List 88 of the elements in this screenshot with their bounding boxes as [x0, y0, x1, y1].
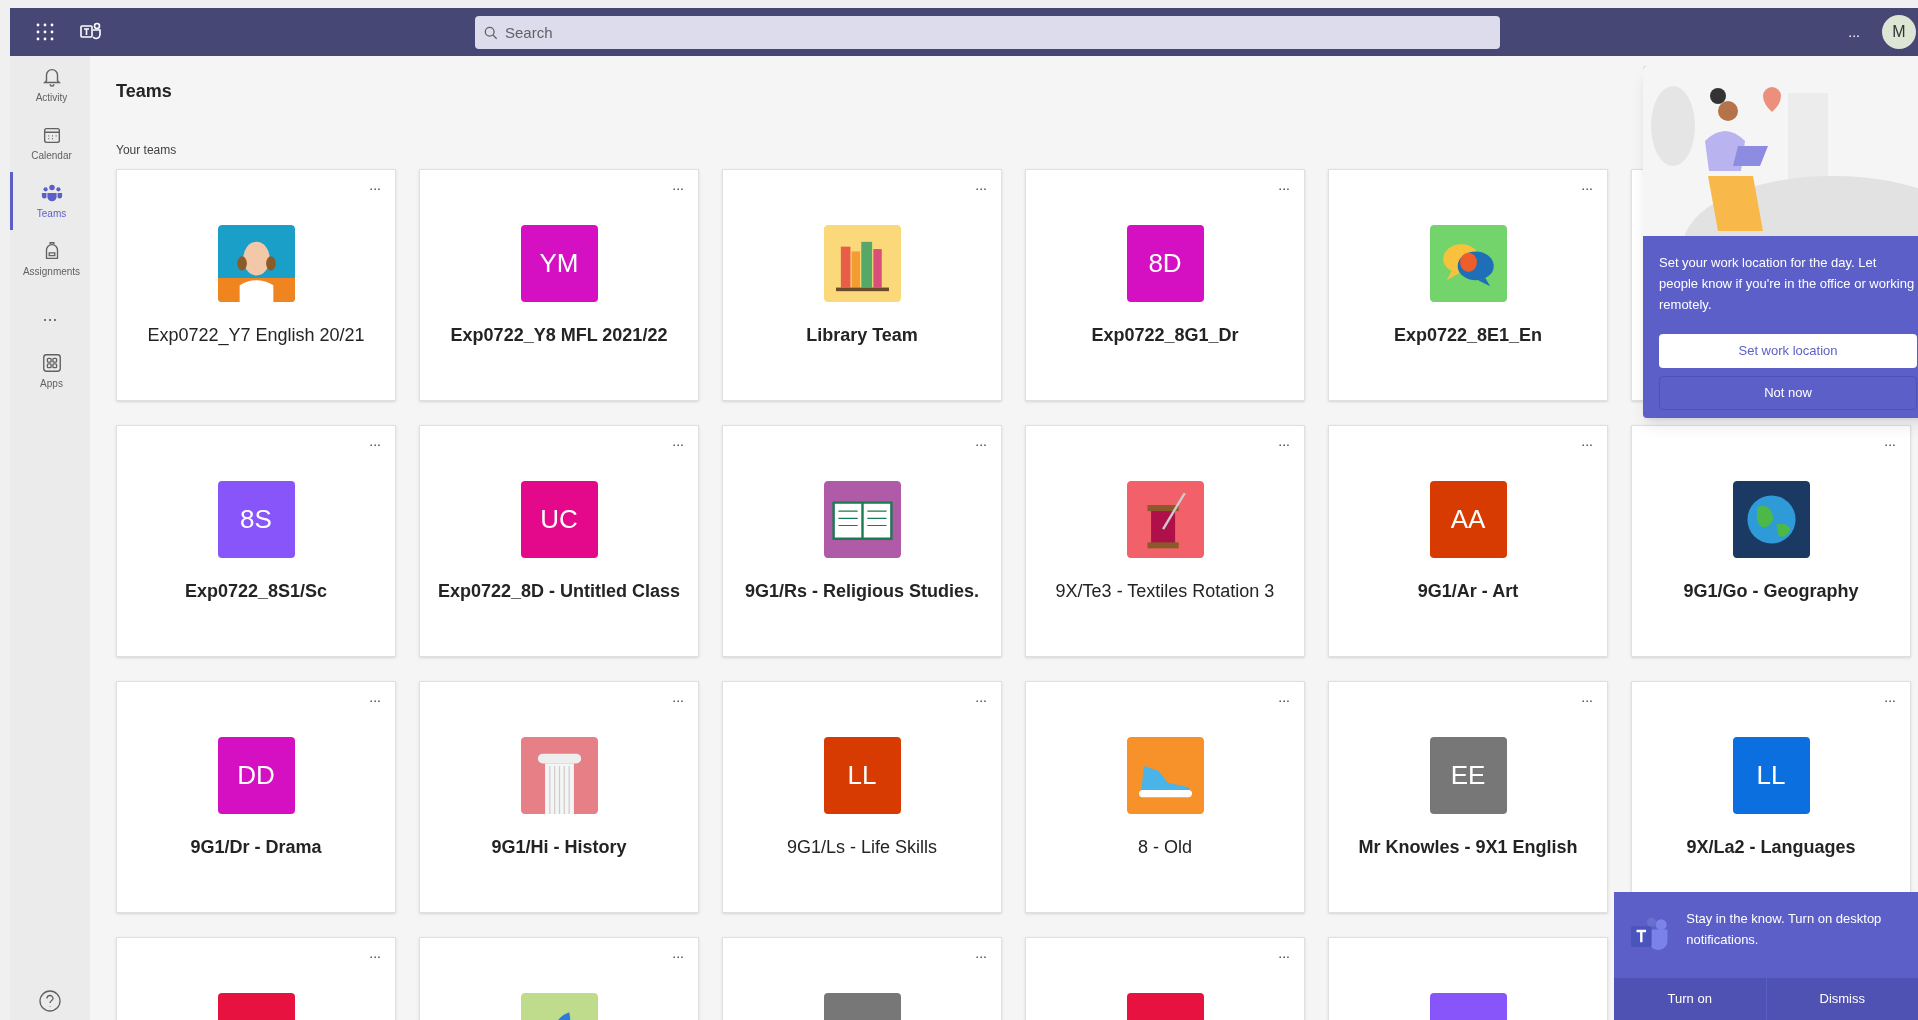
more-options-button[interactable]: ...: [672, 690, 684, 704]
team-name: 9X/Te3 - Textiles Rotation 3: [1054, 580, 1276, 603]
team-name: 9G1/Ls - Life Skills: [785, 836, 939, 859]
team-tile: AA: [1429, 481, 1507, 558]
team-card[interactable]: ... 9G1/Rs - Religious Studies.: [722, 425, 1002, 657]
team-name: Exp0722_Y7 English 20/21: [146, 324, 366, 348]
team-name: Library Team: [805, 324, 919, 347]
team-card[interactable]: ... 8S Exp0722_8S1/Sc: [116, 425, 396, 657]
team-card[interactable]: ... 9G1/Hi - History: [419, 681, 699, 913]
help-icon[interactable]: [39, 990, 61, 1012]
team-name: 9G1/Ar - Art: [1416, 580, 1520, 603]
team-name: Exp0722_8E1_En: [1392, 324, 1544, 347]
search-field[interactable]: Search: [475, 15, 1500, 49]
more-options-button[interactable]: ...: [369, 178, 381, 192]
team-name: Mr Knowles - 9X1 English: [1357, 836, 1579, 859]
work-location-message: Set your work location for the day. Let people know if you're in the office or working remotely.: [1658, 254, 1916, 314]
more-options-button[interactable]: ...: [1278, 178, 1290, 192]
team-card[interactable]: ... 8 - Old: [1025, 681, 1305, 913]
team-tile: EE: [1429, 737, 1507, 814]
team-card[interactable]: ... Exp0722_8E1_En: [1328, 169, 1608, 401]
team-card[interactable]: ... Exp0722_Y7 English 20/21: [116, 169, 396, 401]
set-work-location-button[interactable]: Set work location: [1659, 334, 1917, 368]
more-options-icon[interactable]: ...: [1848, 22, 1860, 42]
team-name: 8 - Old: [1137, 836, 1193, 859]
more-options-button[interactable]: ...: [369, 690, 381, 704]
team-card[interactable]: ... DD 9G1/Dr - Drama: [116, 681, 396, 913]
team-card[interactable]: ... YM Exp0722_Y8 MFL 2021/22: [419, 169, 699, 401]
more-options-button[interactable]: ...: [1884, 434, 1896, 448]
more-options-button[interactable]: ...: [1581, 690, 1593, 704]
notification-button[interactable]: Dismiss: [1766, 978, 1918, 1020]
not-now-button[interactable]: Not now: [1659, 376, 1917, 410]
team-name: 9G1/Hi - History: [490, 836, 628, 859]
more-options-button[interactable]: ...: [672, 946, 684, 960]
team-card[interactable]: ... LL 9G1/Ls - Life Skills: [722, 681, 1002, 913]
team-name: 9G1/Go - Geography: [1682, 580, 1860, 603]
more-options-button[interactable]: ...: [672, 434, 684, 448]
search-icon: [484, 25, 498, 40]
sidebar-item[interactable]: Apps: [10, 342, 90, 400]
team-tile: 8S: [217, 481, 295, 558]
section-label: Your teams: [116, 142, 178, 159]
teams-logo-icon: [80, 22, 102, 42]
team-tile: 8D: [1126, 225, 1204, 302]
team-tile: YM: [520, 225, 598, 302]
more-options-button[interactable]: ...: [1278, 946, 1290, 960]
avatar[interactable]: M: [1882, 15, 1916, 49]
more-options-button[interactable]: ...: [975, 690, 987, 704]
sidebar-item[interactable]: Calendar: [10, 114, 90, 172]
more-options-button[interactable]: ...: [1278, 690, 1290, 704]
notification-button[interactable]: Turn on: [1614, 978, 1767, 1020]
page-title: Teams: [116, 80, 173, 103]
more-options-button[interactable]: ...: [975, 178, 987, 192]
team-card[interactable]: ...: [116, 937, 396, 1020]
team-name: 9G1/Rs - Religious Studies.: [743, 580, 981, 603]
team-name: Exp0722_8D - Untitled Class: [436, 580, 682, 603]
more-options-button[interactable]: ...: [975, 434, 987, 448]
more-options-button[interactable]: ...: [1278, 434, 1290, 448]
team-tile: UC: [520, 481, 598, 558]
more-options-button[interactable]: ...: [1581, 434, 1593, 448]
sidebar-item[interactable]: Activity: [10, 56, 90, 114]
more-options-button[interactable]: ...: [672, 178, 684, 192]
more-options-button[interactable]: ...: [1581, 178, 1593, 192]
more-options-button[interactable]: ...: [1884, 690, 1896, 704]
team-name: 9G1/Dr - Drama: [189, 836, 323, 859]
team-name: Exp0722_8G1_Dr: [1090, 324, 1240, 347]
more-options-button[interactable]: ...: [975, 946, 987, 960]
team-card[interactable]: ... 9X/Te3 - Textiles Rotation 3: [1025, 425, 1305, 657]
more-options-button[interactable]: ...: [369, 434, 381, 448]
team-card[interactable]: ... 9G1/Go - Geography: [1631, 425, 1911, 657]
team-card[interactable]: ...: [722, 937, 1002, 1020]
notification-message: Stay in the know. Turn on desktop notifications.: [1686, 910, 1883, 949]
more-apps-icon[interactable]: ...: [42, 301, 58, 329]
team-name: Exp0722_8S1/Sc: [183, 580, 329, 603]
apps-icon: [40, 351, 63, 374]
app-launcher-icon[interactable]: [36, 23, 54, 41]
team-card[interactable]: ... AA 9G1/Ar - Art: [1328, 425, 1608, 657]
team-card[interactable]: ... UC Exp0722_8D - Untitled Class: [419, 425, 699, 657]
team-name: 9X/La2 - Languages: [1685, 836, 1857, 859]
team-card[interactable]: ...: [419, 937, 699, 1020]
team-card[interactable]: ... EE Mr Knowles - 9X1 English: [1328, 681, 1608, 913]
team-tile: DD: [217, 737, 295, 814]
team-tile: LL: [1732, 737, 1810, 814]
team-card[interactable]: ... 8D Exp0722_8G1_Dr: [1025, 169, 1305, 401]
team-card[interactable]: ... Library Team: [722, 169, 1002, 401]
team-name: Exp0722_Y8 MFL 2021/22: [449, 324, 669, 347]
more-options-button[interactable]: ...: [369, 946, 381, 960]
team-card[interactable]: ...: [1025, 937, 1305, 1020]
sidebar-item[interactable]: Assignments: [10, 230, 90, 288]
team-tile: LL: [823, 737, 901, 814]
